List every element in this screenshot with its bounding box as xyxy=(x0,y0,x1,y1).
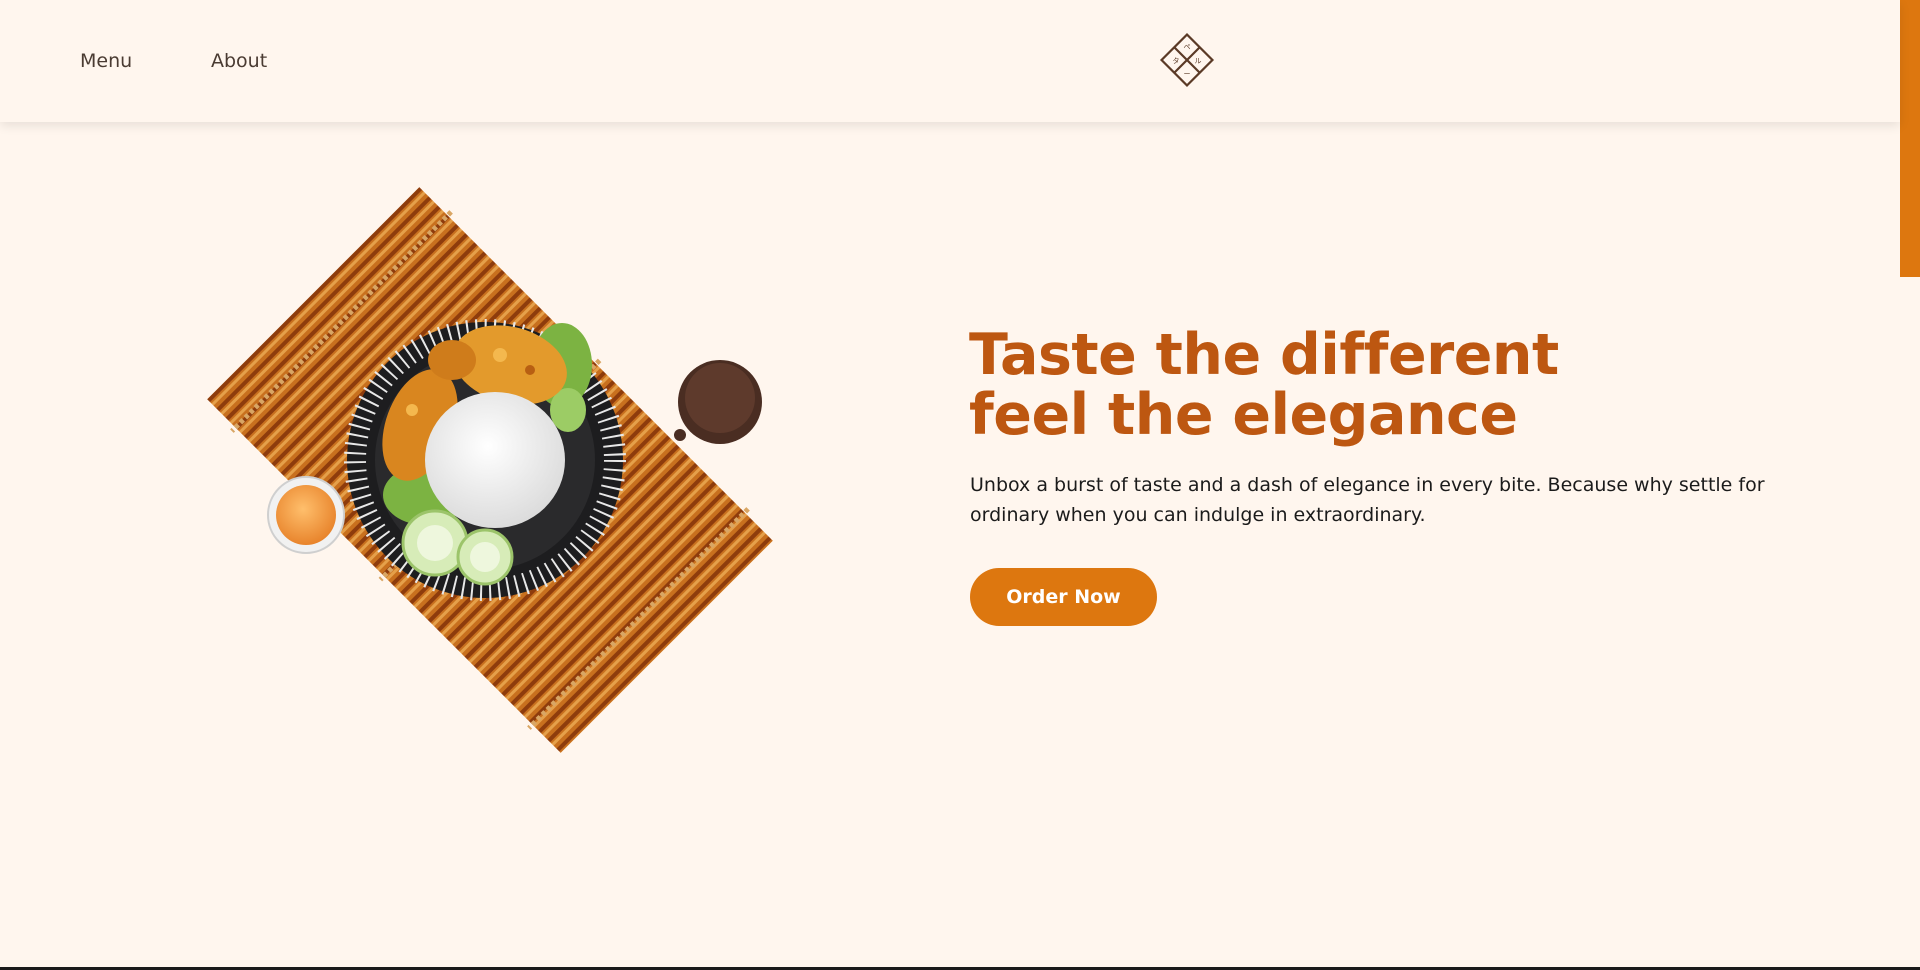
tea-cup xyxy=(674,360,762,444)
logo-icon[interactable]: ペ ル タ ー xyxy=(1159,32,1215,88)
nav-menu-link[interactable]: Menu xyxy=(80,50,132,72)
food-plate-image xyxy=(207,187,773,753)
hero-title: Taste the different feel the elegance xyxy=(969,325,1559,445)
hero-description: Unbox a burst of taste and a dash of ele… xyxy=(970,474,1765,526)
hero-title-line-1: Taste the different xyxy=(969,322,1559,388)
logo-glyph: ル xyxy=(1195,57,1202,65)
logo-glyph: ペ xyxy=(1184,43,1191,51)
logo-glyph: タ xyxy=(1173,56,1180,65)
scrollbar-thumb[interactable] xyxy=(1900,0,1920,277)
nav-about-link[interactable]: About xyxy=(211,50,267,72)
scrollbar-track[interactable] xyxy=(1900,0,1920,968)
rice xyxy=(425,392,565,528)
site-header: Menu About ペ ル タ ー xyxy=(0,0,1900,122)
order-now-button[interactable]: Order Now xyxy=(970,568,1157,626)
logo-glyph: ー xyxy=(1184,70,1191,78)
hero-title-line-2: feel the elegance xyxy=(969,382,1518,448)
sauce-bowl xyxy=(267,476,345,554)
